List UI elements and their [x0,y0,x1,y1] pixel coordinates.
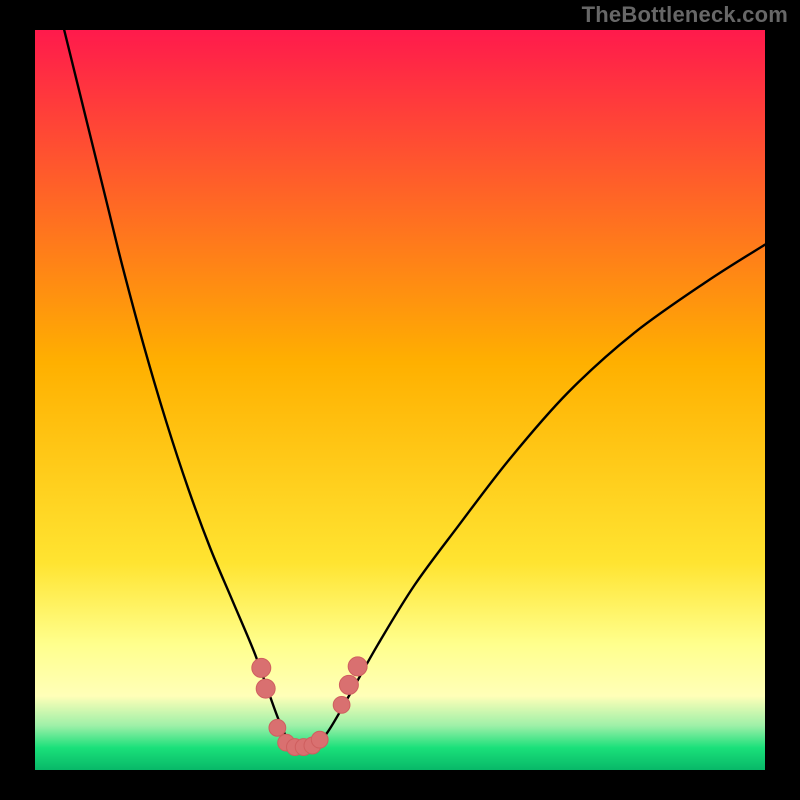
chart-stage: { "watermark": { "text": "TheBottleneck.… [0,0,800,800]
bottleneck-chart [0,0,800,800]
plot-background [35,30,765,770]
highlight-dot [252,658,271,677]
frame-right [765,0,800,800]
highlight-dot [311,731,328,748]
frame-left [0,0,35,800]
highlight-dot [333,696,350,713]
highlight-dot [348,657,367,676]
highlight-dot [256,679,275,698]
highlight-dot [339,675,358,694]
watermark-text: TheBottleneck.com [582,2,788,28]
highlight-dot [269,719,286,736]
frame-bottom [0,770,800,800]
